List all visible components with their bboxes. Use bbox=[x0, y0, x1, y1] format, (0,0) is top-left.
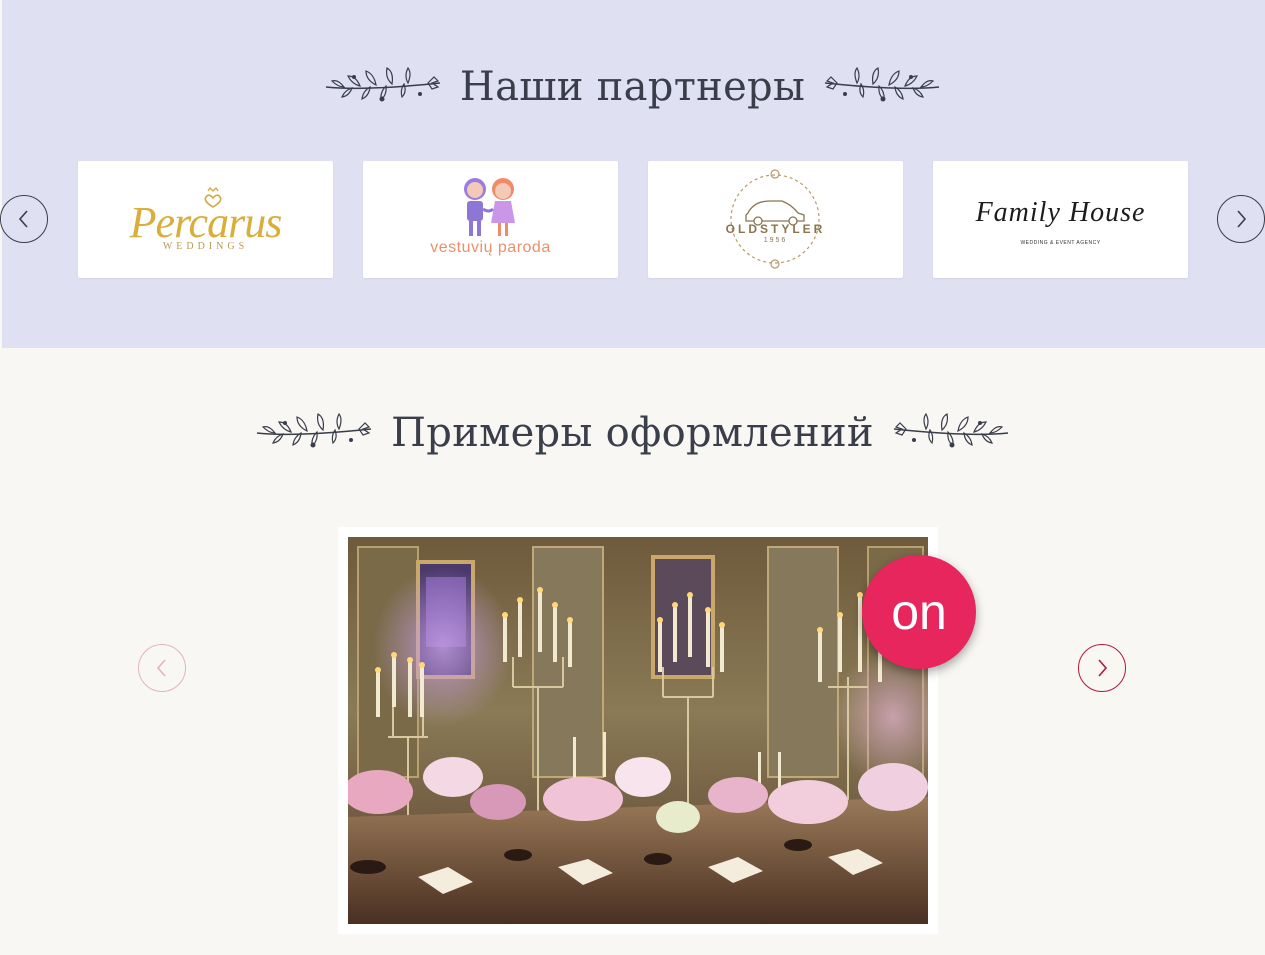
partner-logo-family-house[interactable]: Family House WEDDING & EVENT AGENCY bbox=[933, 161, 1188, 278]
flourish-right-icon bbox=[893, 413, 1008, 448]
gallery-title: Примеры оформлений bbox=[391, 410, 874, 456]
chevron-right-icon bbox=[1237, 210, 1247, 228]
gallery-prev-button[interactable] bbox=[138, 644, 186, 692]
partner-logo-vestuviu-paroda[interactable]: vestuvių paroda bbox=[363, 161, 618, 278]
banquet-table-photo bbox=[348, 537, 928, 924]
gallery-title-row: Примеры оформлений bbox=[0, 408, 1265, 458]
chevron-right-icon bbox=[1098, 659, 1108, 677]
partners-title-row: Наши партнеры bbox=[0, 62, 1265, 112]
partners-section: Наши партнеры Percarus WEDDINGS vestuvių… bbox=[0, 0, 1265, 348]
flourish-left-icon bbox=[325, 67, 440, 102]
chevron-left-icon bbox=[18, 210, 28, 228]
couple-figures-icon bbox=[464, 178, 515, 236]
partners-title: Наши партнеры bbox=[459, 64, 806, 110]
partners-next-button[interactable] bbox=[1217, 195, 1265, 243]
oldstyler-name: OLDSTYLER bbox=[725, 222, 826, 236]
flourish-right-icon bbox=[825, 67, 940, 102]
family-house-name: Family House bbox=[975, 197, 1146, 228]
partner-logo-oldstyler[interactable]: OLDSTYLER 1956 bbox=[648, 161, 903, 278]
oldstyler-emblem-icon bbox=[730, 169, 820, 269]
chevron-left-icon bbox=[156, 659, 166, 677]
percarus-sub: WEDDINGS bbox=[162, 241, 249, 252]
flourish-left-icon bbox=[257, 413, 372, 448]
vestuviu-paroda-name: vestuvių paroda bbox=[430, 239, 551, 256]
partners-prev-button[interactable] bbox=[0, 195, 48, 243]
oldstyler-year: 1956 bbox=[763, 237, 788, 244]
family-house-sub: WEDDING & EVENT AGENCY bbox=[1020, 240, 1101, 246]
partner-logo-percarus[interactable]: Percarus WEDDINGS bbox=[78, 161, 333, 278]
gallery-photo-banquet-table[interactable] bbox=[348, 537, 928, 924]
on-badge-button[interactable]: on bbox=[862, 555, 976, 669]
left-edge-divider bbox=[0, 0, 2, 348]
gallery-next-button[interactable] bbox=[1078, 644, 1126, 692]
